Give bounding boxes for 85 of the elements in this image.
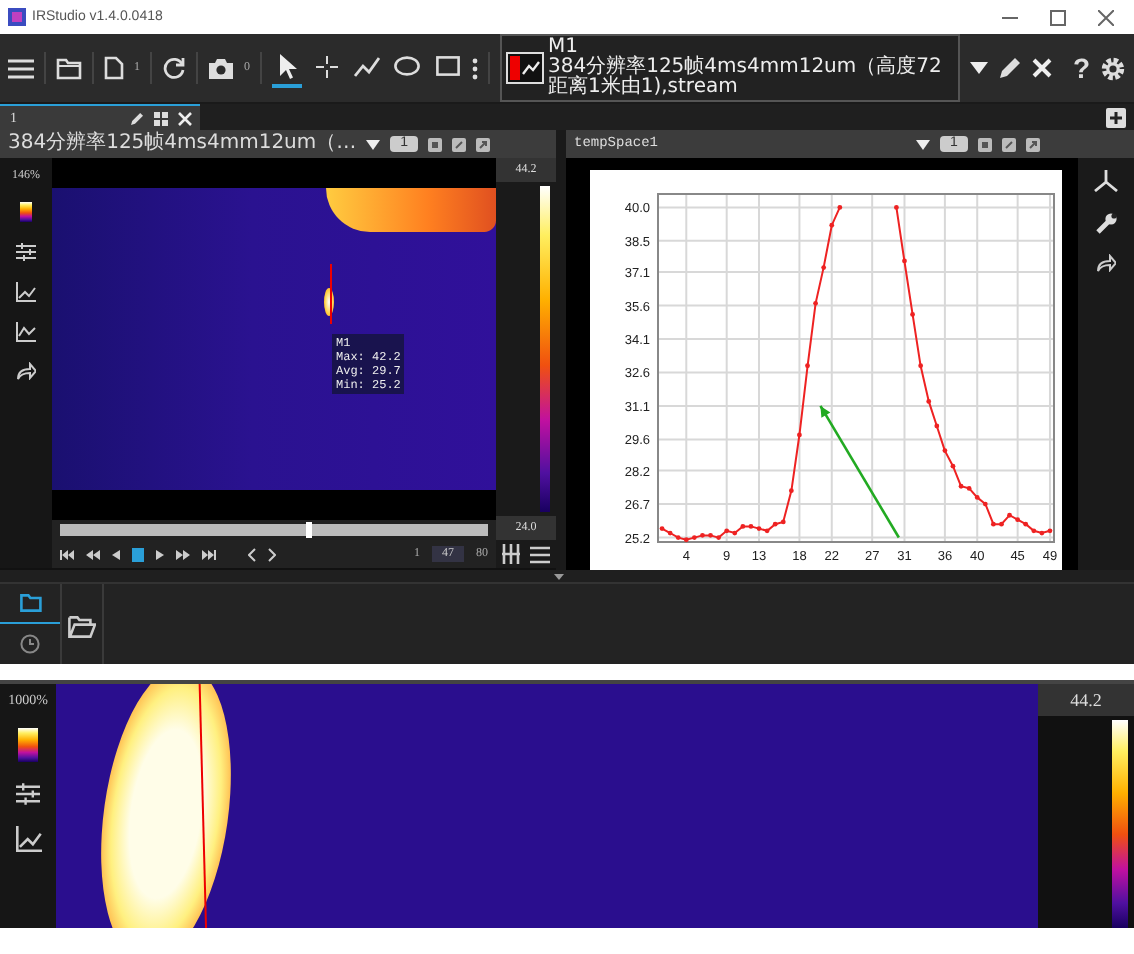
grid-icon[interactable] xyxy=(154,111,168,125)
sliders-icon[interactable] xyxy=(16,782,40,806)
resize-icon[interactable] xyxy=(452,137,467,151)
data-point xyxy=(942,448,948,453)
data-point xyxy=(837,205,843,210)
data-point xyxy=(894,205,899,210)
clock-icon xyxy=(20,633,40,653)
data-point xyxy=(821,265,827,270)
share-icon[interactable] xyxy=(16,362,36,380)
data-point xyxy=(950,463,956,469)
list-icon[interactable] xyxy=(530,545,551,563)
folder-icon[interactable] xyxy=(56,57,82,79)
skip-last-icon[interactable] xyxy=(202,549,216,559)
columns-icon[interactable] xyxy=(501,544,520,564)
app-logo-icon xyxy=(8,8,26,26)
data-point xyxy=(805,363,810,369)
scale-max-value: 44.2 xyxy=(1038,684,1134,716)
palette-icon[interactable] xyxy=(20,202,32,222)
refresh-icon[interactable] xyxy=(162,56,186,80)
data-point xyxy=(788,488,794,494)
popout-icon[interactable] xyxy=(1025,137,1040,151)
next-icon[interactable] xyxy=(268,547,276,561)
small-square-icon[interactable] xyxy=(977,137,992,151)
data-point xyxy=(700,532,705,538)
measurement-selector[interactable]: M1 384分辨率125帧4ms4mm12um（高度72距离1米由1),stream xyxy=(500,34,961,102)
more-icon[interactable] xyxy=(472,57,478,79)
resize-icon[interactable] xyxy=(1001,137,1016,151)
playback-slider[interactable] xyxy=(60,524,488,536)
chart-icon[interactable] xyxy=(16,282,36,302)
data-point xyxy=(991,521,996,527)
sliders-icon[interactable] xyxy=(16,242,36,262)
polyline-icon xyxy=(354,55,380,77)
previous-icon[interactable] xyxy=(248,547,256,561)
data-point xyxy=(708,532,713,538)
data-point xyxy=(797,432,802,438)
data-point xyxy=(934,423,940,429)
folder-icon xyxy=(19,594,41,612)
data-point xyxy=(1007,512,1012,518)
share-icon[interactable] xyxy=(1096,254,1116,272)
crosshair-icon xyxy=(316,55,338,77)
data-point xyxy=(829,222,835,228)
data-point xyxy=(999,521,1004,527)
play-icon[interactable] xyxy=(156,549,164,559)
palette-icon[interactable] xyxy=(18,728,38,762)
arrow xyxy=(819,405,900,539)
menu-icon[interactable] xyxy=(8,57,34,79)
slider-handle[interactable] xyxy=(306,522,313,538)
ellipse-icon xyxy=(394,56,420,76)
popout-icon[interactable] xyxy=(476,137,491,151)
source-dropdown[interactable]: 384分辨率125帧4ms4mm12um（… xyxy=(8,132,357,156)
dropdown-caret-icon[interactable] xyxy=(916,139,930,149)
chart-icon[interactable] xyxy=(15,826,41,852)
fast-backward-icon[interactable] xyxy=(86,549,100,559)
rectangle-icon xyxy=(435,56,459,76)
chart-icon[interactable] xyxy=(16,322,36,342)
data-point xyxy=(926,399,932,404)
dropdown-caret-icon[interactable] xyxy=(366,139,381,149)
measurement-name: M1 xyxy=(548,38,578,58)
data-point xyxy=(716,535,721,540)
add-tab-icon[interactable] xyxy=(1106,107,1126,127)
camera-icon[interactable] xyxy=(208,57,234,79)
data-point xyxy=(813,300,818,306)
skip-first-icon[interactable] xyxy=(60,549,74,559)
wrench-icon[interactable] xyxy=(1095,212,1117,234)
close-icon[interactable] xyxy=(1098,9,1114,25)
maximize-icon[interactable] xyxy=(1050,9,1066,25)
axes-icon[interactable] xyxy=(1094,170,1118,192)
stop-button[interactable] xyxy=(132,547,144,561)
data-point xyxy=(902,258,907,264)
dropdown-caret-icon[interactable] xyxy=(970,62,989,74)
small-square-icon[interactable] xyxy=(428,137,443,151)
pointer-tool-button[interactable] xyxy=(272,48,302,88)
data-point xyxy=(918,363,924,369)
trend-icon xyxy=(522,60,540,76)
file-icon[interactable] xyxy=(104,56,124,80)
step-backward-icon[interactable] xyxy=(112,549,120,559)
data-point xyxy=(910,312,915,317)
open-folder-icon[interactable] xyxy=(68,616,96,638)
pencil-icon[interactable] xyxy=(998,56,1023,80)
help-button[interactable]: ? xyxy=(1072,54,1090,82)
pencil-icon[interactable] xyxy=(130,111,144,125)
fast-forward-icon[interactable] xyxy=(176,549,190,559)
pointer-icon xyxy=(277,53,297,79)
settings-icon[interactable] xyxy=(1100,55,1126,81)
measurement-source: 384分辨率125帧4ms4mm12um（高度72距离1米由1),stream xyxy=(548,58,944,98)
